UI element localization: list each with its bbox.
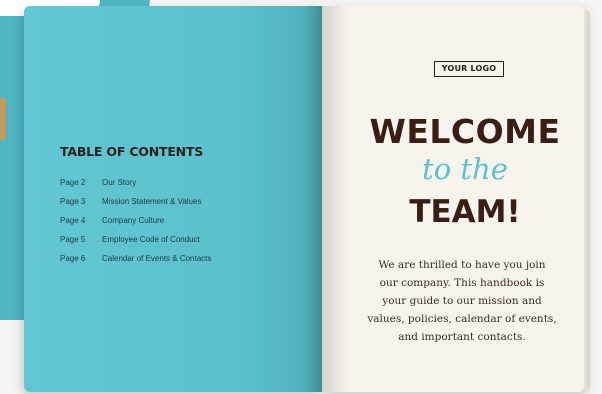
paragraph-line: our company. This handbook is bbox=[379, 277, 545, 289]
paragraph-line: and important contacts. bbox=[398, 331, 526, 343]
toc-page-number: Page 5 bbox=[60, 235, 86, 244]
paragraph-line: values, policies, calendar of events, bbox=[367, 313, 557, 325]
toc-entry-label: Mission Statement & Values bbox=[102, 197, 202, 206]
open-book: TABLE OF CONTENTS Page 2 Our Story Page … bbox=[24, 6, 592, 394]
toc-row[interactable]: Page 4 Company Culture bbox=[60, 211, 300, 230]
toc-page-number: Page 3 bbox=[60, 197, 86, 206]
headline-team: TEAM! bbox=[409, 194, 521, 230]
logo-placeholder: YOUR LOGO bbox=[434, 61, 504, 77]
toc-entry-label: Our Story bbox=[102, 178, 137, 187]
table-of-contents: TABLE OF CONTENTS Page 2 Our Story Page … bbox=[60, 144, 300, 268]
toc-entry-label: Calendar of Events & Contacts bbox=[102, 254, 212, 263]
toc-title: TABLE OF CONTENTS bbox=[60, 144, 204, 159]
right-page: YOUR LOGO WELCOME to the TEAM! We are th… bbox=[322, 6, 584, 392]
toc-entry-label: Company Culture bbox=[102, 216, 165, 225]
welcome-paragraph: We are thrilled to have you join our com… bbox=[362, 256, 562, 346]
tan-accent-strip bbox=[0, 98, 6, 140]
toc-entry-label: Employee Code of Conduct bbox=[102, 235, 200, 244]
toc-page-number: Page 4 bbox=[60, 216, 86, 225]
toc-page-number: Page 2 bbox=[60, 178, 86, 187]
left-page: TABLE OF CONTENTS Page 2 Our Story Page … bbox=[24, 6, 322, 392]
toc-row[interactable]: Page 6 Calendar of Events & Contacts bbox=[60, 249, 300, 268]
toc-row[interactable]: Page 3 Mission Statement & Values bbox=[60, 192, 300, 211]
page-edge bbox=[584, 10, 590, 390]
headline-to-the: to the bbox=[422, 152, 508, 186]
paragraph-line: your guide to our mission and bbox=[382, 295, 542, 307]
toc-page-number: Page 6 bbox=[60, 254, 86, 263]
headline-welcome: WELCOME bbox=[369, 112, 561, 151]
toc-row[interactable]: Page 5 Employee Code of Conduct bbox=[60, 230, 300, 249]
toc-row[interactable]: Page 2 Our Story bbox=[60, 173, 300, 192]
paragraph-line: We are thrilled to have you join bbox=[378, 259, 546, 271]
